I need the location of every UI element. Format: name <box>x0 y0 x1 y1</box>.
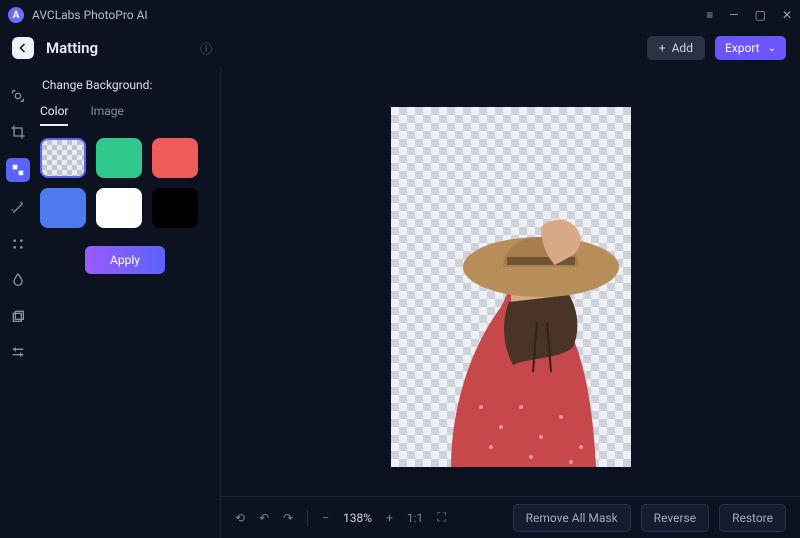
swatch-coral[interactable] <box>152 138 198 178</box>
topbar: Matting ⓘ + Add Export ⌄ <box>0 30 800 66</box>
info-icon[interactable]: ⓘ <box>200 40 212 57</box>
change-bg-icon[interactable] <box>8 86 28 106</box>
ratio-button[interactable]: 1:1 <box>407 511 423 525</box>
fit-screen-icon[interactable]: ⛶ <box>437 510 445 525</box>
tool-column <box>0 66 36 538</box>
bottombar: ⟲ ↶ ↷ − 138% + 1:1 ⛶ Remove All Mask Rev… <box>221 496 800 538</box>
swatch-transparent[interactable] <box>40 138 86 178</box>
swatch-black[interactable] <box>152 188 198 228</box>
chevron-down-icon: ⌄ <box>768 43 776 54</box>
reverse-button[interactable]: Reverse <box>641 504 709 532</box>
app-name: AVCLabs PhotoPro AI <box>32 8 148 22</box>
swatch-emerald[interactable] <box>96 138 142 178</box>
magic-wand-icon[interactable] <box>8 198 28 218</box>
export-button-label: Export <box>725 41 760 55</box>
minimize-icon[interactable]: — <box>729 8 738 22</box>
ai-tools-icon[interactable] <box>8 234 28 254</box>
sidebar-panel: Change Background: Color Image Apply <box>36 66 220 538</box>
tab-image[interactable]: Image <box>90 104 123 126</box>
titlebar: A AVCLabs PhotoPro AI ≡ — ▢ ✕ <box>0 0 800 30</box>
plus-icon: + <box>659 41 666 55</box>
divider <box>307 510 308 526</box>
export-button[interactable]: Export ⌄ <box>715 36 786 60</box>
subject-illustration <box>391 107 631 467</box>
remove-all-mask-button[interactable]: Remove All Mask <box>513 504 631 532</box>
app-logo-icon: A <box>8 7 24 23</box>
swatch-white[interactable] <box>96 188 142 228</box>
apply-button-label: Apply <box>110 253 140 267</box>
restore-button[interactable]: Restore <box>719 504 786 532</box>
zoom-out-icon[interactable]: − <box>322 511 329 525</box>
canvas-area[interactable] <box>221 66 800 496</box>
sliders-icon[interactable] <box>8 342 28 362</box>
add-button[interactable]: + Add <box>647 36 705 60</box>
color-swatches <box>40 138 210 228</box>
add-button-label: Add <box>672 41 693 55</box>
redo-icon[interactable]: ↷ <box>283 511 293 525</box>
color-adjust-icon[interactable] <box>8 270 28 290</box>
change-background-label: Change Background: <box>42 78 210 92</box>
bg-tabs: Color Image <box>40 104 210 126</box>
layers-icon[interactable] <box>8 306 28 326</box>
close-icon[interactable]: ✕ <box>782 8 792 22</box>
reset-icon[interactable]: ⟲ <box>235 511 245 525</box>
menu-icon[interactable]: ≡ <box>706 8 713 22</box>
zoom-value: 138% <box>343 511 372 525</box>
apply-button[interactable]: Apply <box>85 246 165 274</box>
crop-icon[interactable] <box>8 122 28 142</box>
image-preview[interactable] <box>391 107 631 467</box>
page-title: Matting <box>46 39 98 57</box>
tab-color[interactable]: Color <box>40 104 68 126</box>
swatch-blue[interactable] <box>40 188 86 228</box>
back-button[interactable] <box>12 37 34 59</box>
maximize-icon[interactable]: ▢ <box>755 8 766 22</box>
zoom-in-icon[interactable]: + <box>386 511 393 525</box>
bg-swap-icon[interactable] <box>6 158 30 182</box>
undo-icon[interactable]: ↶ <box>259 511 269 525</box>
